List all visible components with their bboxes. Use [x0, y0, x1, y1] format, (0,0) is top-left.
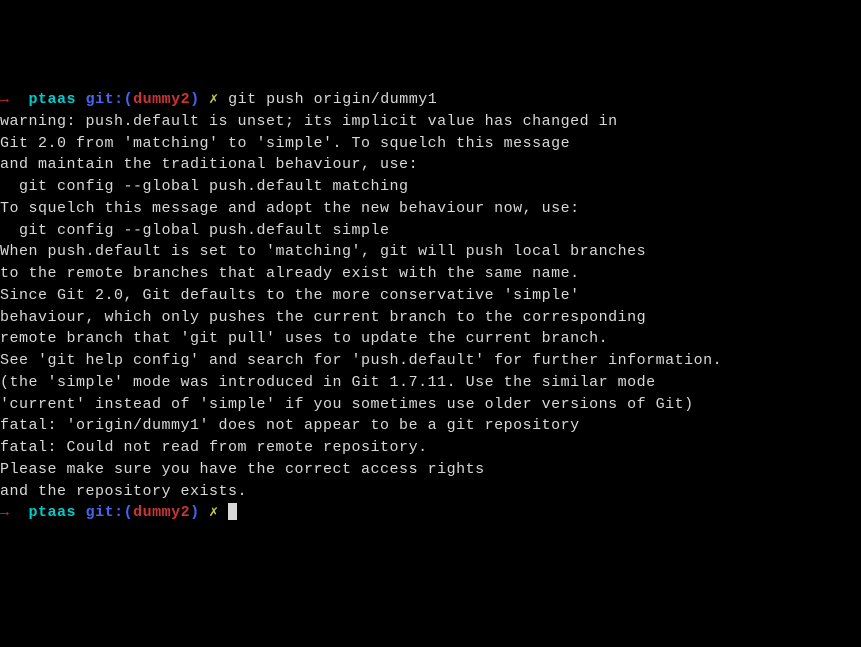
- output-line: fatal: 'origin/dummy1' does not appear t…: [0, 415, 861, 437]
- output-line: 'current' instead of 'simple' if you som…: [0, 394, 861, 416]
- prompt-line-2: → ptaas git:(dummy2) ✗: [0, 502, 861, 524]
- output-line: behaviour, which only pushes the current…: [0, 307, 861, 329]
- git-branch: dummy2: [133, 504, 190, 521]
- output-line: and the repository exists.: [0, 481, 861, 503]
- output-line: remote branch that 'git pull' uses to up…: [0, 328, 861, 350]
- cursor-icon: [228, 503, 237, 520]
- output-line: fatal: Could not read from remote reposi…: [0, 437, 861, 459]
- prompt-dir: ptaas: [29, 504, 77, 521]
- output-line: Please make sure you have the correct ac…: [0, 459, 861, 481]
- output-line: git config --global push.default matchin…: [0, 176, 861, 198]
- prompt-symbol: ✗: [209, 504, 219, 521]
- output-line: Since Git 2.0, Git defaults to the more …: [0, 285, 861, 307]
- git-close: ): [190, 504, 200, 521]
- git-branch: dummy2: [133, 91, 190, 108]
- command-text: git push origin/dummy1: [228, 91, 437, 108]
- git-label: git:(: [86, 91, 134, 108]
- output-line: git config --global push.default simple: [0, 220, 861, 242]
- output-line: warning: push.default is unset; its impl…: [0, 111, 861, 133]
- prompt-symbol: ✗: [209, 91, 219, 108]
- output-line: See 'git help config' and search for 'pu…: [0, 350, 861, 372]
- output-line: Git 2.0 from 'matching' to 'simple'. To …: [0, 133, 861, 155]
- output-line: to the remote branches that already exis…: [0, 263, 861, 285]
- prompt-dir: ptaas: [29, 91, 77, 108]
- prompt-arrow: →: [0, 91, 10, 108]
- prompt-line-1: → ptaas git:(dummy2) ✗ git push origin/d…: [0, 89, 861, 111]
- output-line: When push.default is set to 'matching', …: [0, 241, 861, 263]
- prompt-arrow: →: [0, 504, 10, 521]
- output-line: and maintain the traditional behaviour, …: [0, 154, 861, 176]
- git-close: ): [190, 91, 200, 108]
- terminal-output[interactable]: → ptaas git:(dummy2) ✗ git push origin/d…: [0, 89, 861, 524]
- output-line: To squelch this message and adopt the ne…: [0, 198, 861, 220]
- output-line: (the 'simple' mode was introduced in Git…: [0, 372, 861, 394]
- git-label: git:(: [86, 504, 134, 521]
